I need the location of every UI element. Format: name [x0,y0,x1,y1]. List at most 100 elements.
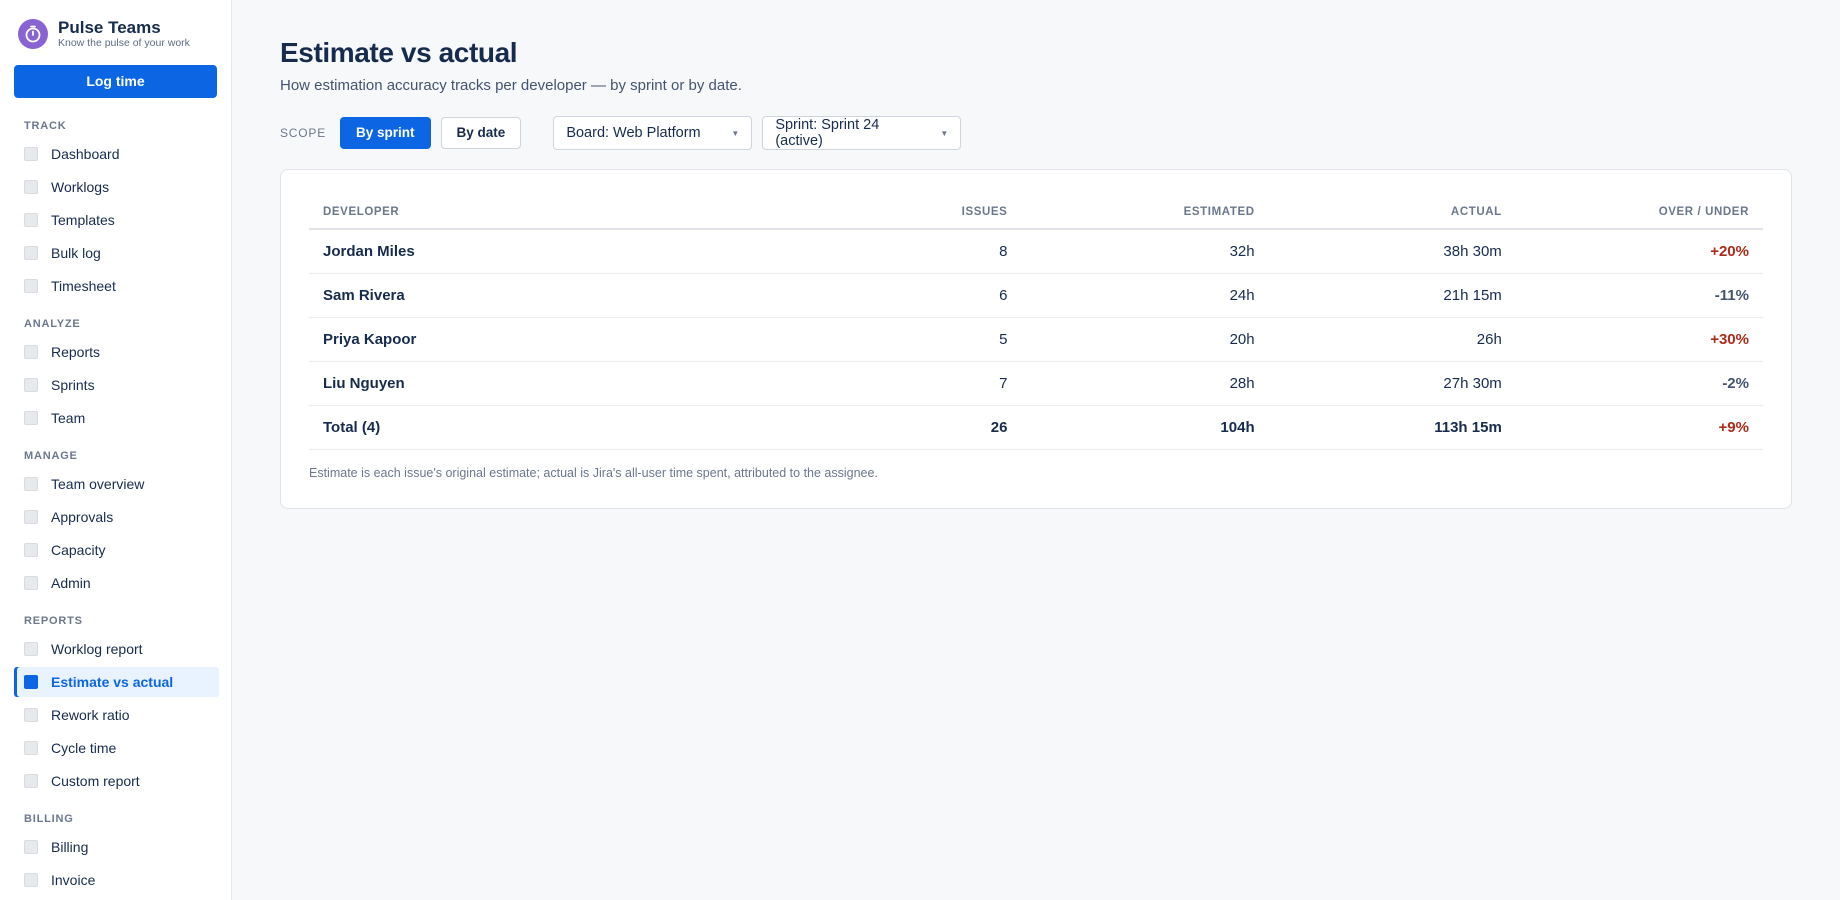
sidebar-item-label: Invoice [51,872,96,888]
table-row[interactable]: Sam Rivera 6 24h 21h 15m -11% [309,273,1763,318]
cell-actual: 21h 15m [1268,273,1516,318]
sidebar-item-rework-ratio[interactable]: Rework ratio [14,700,219,730]
cell-over-under: +9% [1515,405,1763,450]
cell-estimated: 24h [1021,273,1269,318]
caret-down-icon: ▼ [940,128,949,138]
sidebar-item-team[interactable]: Team [14,403,219,433]
table-row[interactable]: Priya Kapoor 5 20h 26h +30% [309,317,1763,362]
sprint-select-value: Sprint: Sprint 24 (active) [775,117,880,149]
cell-estimated: 104h [1021,405,1269,450]
sidebar-item-label: Bulk log [51,245,101,261]
estimate-table-card: DEVELOPER ISSUES ESTIMATED ACTUAL OVER /… [280,169,1792,509]
cell-issues: 26 [861,405,1022,450]
square-icon [24,873,38,887]
cell-estimated: 20h [1021,317,1269,362]
nav-section-title: REPORTS [24,615,83,627]
sidebar-item-team-overview[interactable]: Team overview [14,469,219,499]
cell-developer: Liu Nguyen [309,361,862,406]
board-select-value: Board: Web Platform [566,125,701,141]
sidebar-item-invoice[interactable]: Invoice [14,865,219,895]
brand[interactable]: Pulse Teams Know the pulse of your work [14,18,219,50]
square-icon [24,411,38,425]
sidebar-item-worklog-report[interactable]: Worklog report [14,634,219,664]
sidebar-item-sprints[interactable]: Sprints [14,370,219,400]
table-total-row[interactable]: Total (4) 26 104h 113h 15m +9% [309,405,1763,450]
cell-over-under: -11% [1515,273,1763,318]
cell-developer: Total (4) [309,405,862,450]
sidebar-item-billing[interactable]: Billing [14,832,219,862]
by-sprint-button[interactable]: By sprint [340,117,431,149]
square-icon [24,840,38,854]
sidebar-item-label: Rework ratio [51,707,130,723]
nav-section-analyze: ANALYZE Reports Sprints Team [14,318,219,433]
cell-issues: 5 [861,317,1022,362]
sidebar-item-templates[interactable]: Templates [14,205,219,235]
col-issues[interactable]: ISSUES [861,192,1022,230]
square-icon [24,741,38,755]
board-select[interactable]: Board: Web Platform ▼ [553,116,753,150]
sidebar-item-reports[interactable]: Reports [14,337,219,367]
sidebar-item-label: Capacity [51,542,106,558]
nav-section-title: BILLING [24,813,74,825]
sidebar-item-label: Cycle time [51,740,117,756]
page-title: Estimate vs actual [280,37,518,68]
sidebar-item-timesheet[interactable]: Timesheet [14,271,219,301]
sidebar-item-label: Estimate vs actual [51,674,174,690]
sidebar-item-worklogs[interactable]: Worklogs [14,172,219,202]
sidebar: Pulse Teams Know the pulse of your work … [0,0,232,900]
cell-issues: 6 [861,273,1022,318]
log-time-button[interactable]: Log time [14,65,217,98]
sidebar-item-capacity[interactable]: Capacity [14,535,219,565]
cell-actual: 38h 30m [1268,229,1516,274]
square-icon [24,642,38,656]
nav-section-manage: MANAGE Team overview Approvals Capacity Admi… [14,450,219,598]
sidebar-item-estimate-vs-actual[interactable]: Estimate vs actual [14,667,219,697]
sidebar-item-dashboard[interactable]: Dashboard [14,139,219,169]
estimate-table: DEVELOPER ISSUES ESTIMATED ACTUAL OVER /… [309,192,1763,450]
square-icon [24,246,38,260]
col-estimated[interactable]: ESTIMATED [1021,192,1269,230]
table-row[interactable]: Jordan Miles 8 32h 38h 30m +20% [309,229,1763,274]
sidebar-item-label: Billing [51,839,89,855]
sidebar-item-label: Templates [51,212,115,228]
sidebar-item-label: Worklogs [51,179,110,195]
table-row[interactable]: Liu Nguyen 7 28h 27h 30m -2% [309,361,1763,406]
sidebar-item-admin[interactable]: Admin [14,568,219,598]
by-date-button[interactable]: By date [440,117,522,149]
square-icon [24,774,38,788]
cell-issues: 7 [861,361,1022,406]
sidebar-item-label: Worklog report [51,641,143,657]
nav-section-title: MANAGE [24,450,78,462]
cell-over-under: +30% [1515,317,1763,362]
col-actual[interactable]: ACTUAL [1268,192,1516,230]
sidebar-item-label: Timesheet [51,278,116,294]
sidebar-item-label: Reports [51,344,101,360]
scope-label: SCOPE [280,126,327,140]
table-body: Jordan Miles 8 32h 38h 30m +20% Sam Rivera 6 24… [309,229,1763,450]
nav-section-billing: BILLING Billing Invoice [14,813,219,895]
sidebar-item-bulk-log[interactable]: Bulk log [14,238,219,268]
cell-actual: 113h 15m [1268,405,1516,450]
brand-name: Pulse Teams [58,18,161,37]
sprint-select[interactable]: Sprint: Sprint 24 (active) ▼ [762,116,962,150]
cell-developer: Jordan Miles [309,229,862,274]
sidebar-item-label: Team [51,410,86,426]
square-icon [24,510,38,524]
square-icon [24,147,38,161]
col-developer[interactable]: DEVELOPER [309,192,862,230]
cell-estimated: 28h [1021,361,1269,406]
sidebar-item-approvals[interactable]: Approvals [14,502,219,532]
col-over-under[interactable]: OVER / UNDER [1515,192,1763,230]
nav-section-reports: REPORTS Worklog report Estimate vs actual R… [14,615,219,796]
toolbar: SCOPE By sprint By date Board: Web Platf… [280,116,1792,150]
square-icon [24,477,38,491]
square-icon [24,708,38,722]
sidebar-item-cycle-time[interactable]: Cycle time [14,733,219,763]
square-icon [24,279,38,293]
table-header-row: DEVELOPER ISSUES ESTIMATED ACTUAL OVER /… [309,192,1763,230]
cell-issues: 8 [861,229,1022,274]
sidebar-item-label: Custom report [51,773,140,789]
brand-tagline: Know the pulse of your work [58,37,190,49]
sidebar-item-custom-report[interactable]: Custom report [14,766,219,796]
sidebar-item-label: Approvals [51,509,114,525]
